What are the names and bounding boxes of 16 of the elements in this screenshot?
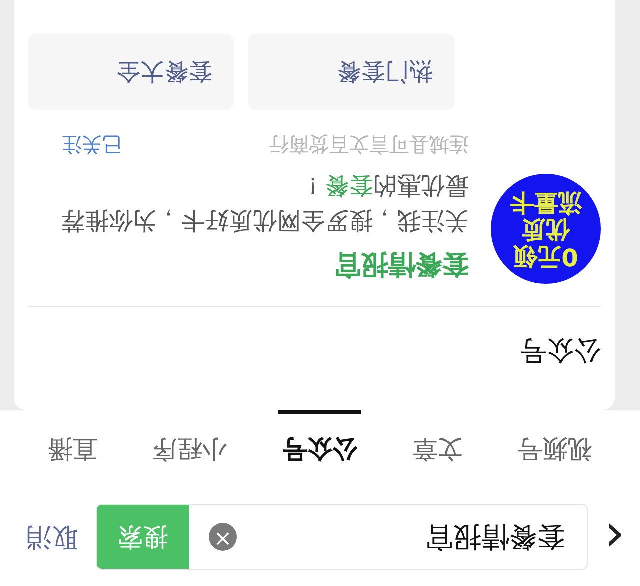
follow-status[interactable]: 已关注 — [62, 130, 122, 160]
tab[interactable]: 直播 — [44, 410, 102, 484]
tab[interactable]: 小程序 — [148, 410, 232, 484]
menu-button[interactable]: 热门套餐 — [248, 34, 455, 110]
section-title: 公众号 — [28, 306, 601, 410]
owner-text: 连城县可言文百货商行 — [269, 132, 469, 160]
back-button[interactable]: ‹ — [600, 511, 630, 563]
tab[interactable]: 文章 — [408, 410, 466, 484]
avatar[interactable]: 0元领 优质 流量卡 — [491, 174, 601, 284]
account-description: 关注我，搜罗全网优质好卡，为你推荐最优惠的 套餐 ！ — [60, 171, 469, 237]
clear-icon[interactable]: × — [209, 523, 237, 551]
account-name[interactable]: 套餐情报官 — [52, 244, 469, 284]
tab[interactable]: 视频号 — [514, 410, 596, 484]
cancel-link[interactable]: 取消 — [26, 518, 78, 556]
menu-button[interactable]: 套餐大全 — [28, 34, 234, 110]
search-field[interactable]: 套餐情报官 × 搜索 — [96, 504, 588, 570]
